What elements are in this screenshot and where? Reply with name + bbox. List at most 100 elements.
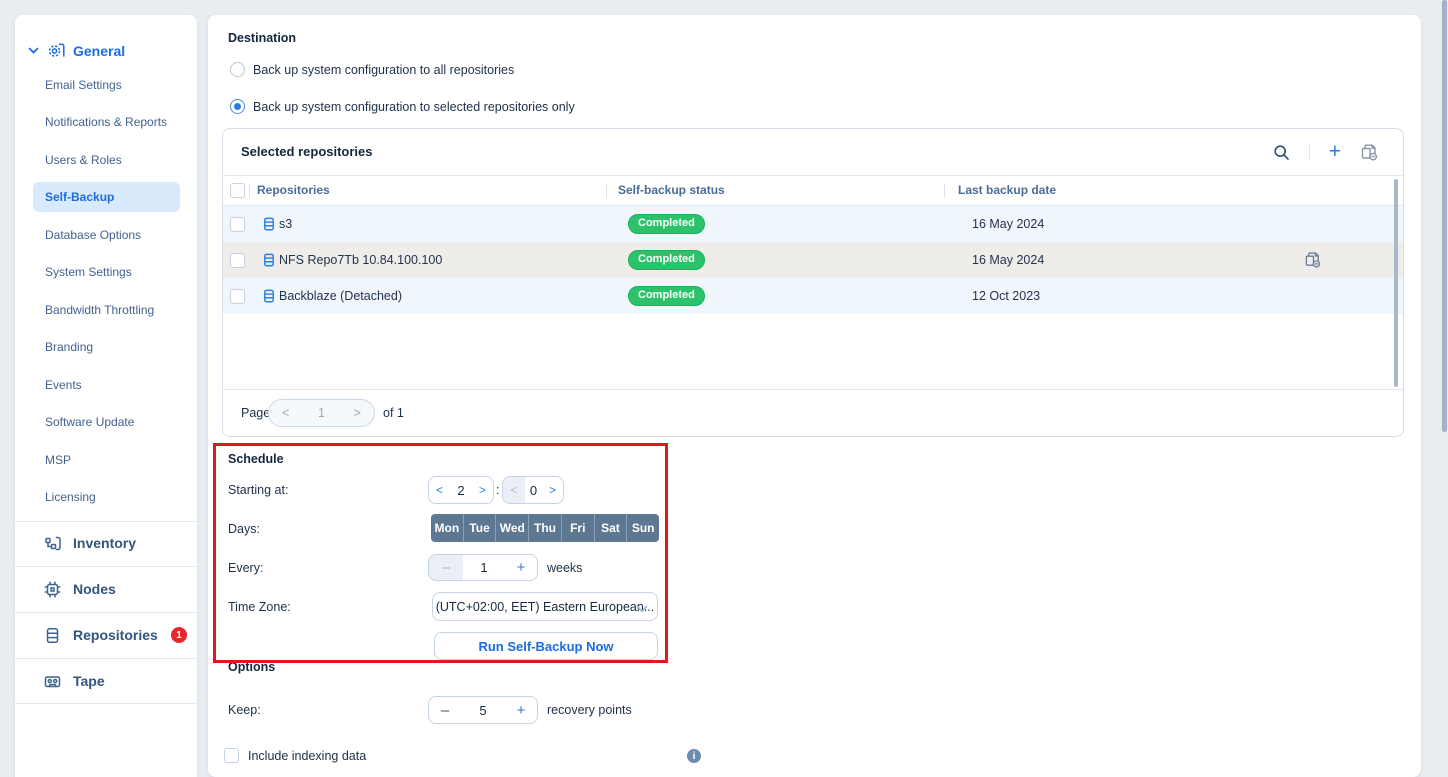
sidebar-item-msp[interactable]: MSP [15, 445, 197, 475]
hour-value[interactable]: 2 [450, 483, 472, 498]
include-indexing-checkbox[interactable]: Include indexing data [224, 748, 366, 763]
column-header-last-backup-date[interactable]: Last backup date [958, 176, 1056, 205]
sidebar-item-licensing[interactable]: Licensing [15, 482, 197, 512]
row-checkbox[interactable] [230, 217, 245, 232]
checkbox-icon[interactable] [224, 748, 239, 763]
day-button-sun[interactable]: Sun [626, 514, 659, 542]
repository-name: NFS Repo7Tb 10.84.100.100 [279, 242, 442, 278]
day-button-sat[interactable]: Sat [594, 514, 627, 542]
table-row[interactable]: s3 Completed 16 May 2024 [223, 206, 1403, 242]
status-badge: Completed [628, 250, 705, 270]
every-decrement-disabled[interactable]: – [429, 555, 463, 580]
sidebar-item-branding[interactable]: Branding [15, 332, 197, 362]
day-button-wed[interactable]: Wed [495, 514, 528, 542]
every-unit-label: weeks [547, 561, 582, 575]
chevron-down-icon [27, 44, 40, 57]
sidebar-section-nodes[interactable]: Nodes [43, 574, 116, 604]
database-icon [261, 206, 277, 242]
info-icon[interactable]: i [687, 749, 701, 763]
sidebar-item-database-options[interactable]: Database Options [15, 220, 197, 250]
minute-value[interactable]: 0 [525, 483, 542, 498]
page-number[interactable]: 1 [318, 406, 325, 420]
options-title: Options [228, 660, 275, 674]
divider [15, 658, 197, 659]
status-badge: Completed [628, 286, 705, 306]
sidebar-item-events[interactable]: Events [15, 370, 197, 400]
hour-decrement[interactable]: < [429, 483, 450, 497]
detach-repository-icon[interactable] [1360, 143, 1379, 162]
every-stepper: – 1 + [428, 554, 538, 581]
destination-title: Destination [228, 31, 296, 45]
radio-all-repositories[interactable]: Back up system configuration to all repo… [230, 62, 514, 77]
hour-increment[interactable]: > [472, 483, 493, 497]
run-self-backup-now-button[interactable]: Run Self-Backup Now [434, 632, 658, 660]
select-all-checkbox[interactable] [230, 183, 245, 198]
page-prev-icon[interactable]: < [282, 406, 289, 420]
page-control: < 1 > [268, 399, 375, 427]
database-icon [261, 278, 277, 314]
radio-selected-repositories[interactable]: Back up system configuration to selected… [230, 99, 575, 114]
day-button-mon[interactable]: Mon [431, 514, 463, 542]
detach-repository-icon[interactable] [1304, 242, 1322, 278]
time-separator: : [496, 482, 500, 497]
minute-decrement-disabled[interactable]: < [503, 477, 525, 503]
radio-icon[interactable] [230, 62, 245, 77]
table-row[interactable]: Backblaze (Detached) Completed 12 Oct 20… [223, 278, 1403, 314]
sidebar-section-label: Inventory [73, 535, 136, 551]
sidebar-item-system-settings[interactable]: System Settings [15, 257, 197, 287]
table-row-hovered[interactable]: NFS Repo7Tb 10.84.100.100 Completed 16 M… [223, 242, 1403, 278]
pagination-bar: Page < 1 > of 1 [223, 389, 1403, 436]
every-increment[interactable]: + [505, 559, 537, 576]
sidebar-item-bandwidth-throttling[interactable]: Bandwidth Throttling [15, 295, 197, 325]
sidebar-section-repositories[interactable]: Repositories [43, 620, 158, 650]
radio-label: Back up system configuration to selected… [253, 100, 575, 114]
sidebar-section-label: General [73, 43, 125, 59]
column-header-self-backup-status[interactable]: Self-backup status [618, 176, 725, 205]
selected-repositories-table: Selected repositories + [222, 128, 1404, 437]
every-value[interactable]: 1 [463, 560, 505, 575]
window-scrollbar[interactable] [1442, 0, 1447, 432]
table-scrollbar[interactable] [1394, 179, 1398, 387]
hour-spinner: < 2 > [428, 476, 494, 504]
keep-stepper: – 5 + [428, 696, 538, 724]
sidebar-section-general[interactable]: General [27, 41, 125, 60]
database-icon [261, 242, 277, 278]
keep-value[interactable]: 5 [461, 703, 505, 718]
page-label: Page [241, 406, 270, 420]
minute-increment[interactable]: > [542, 483, 563, 497]
add-repository-icon[interactable]: + [1329, 140, 1341, 164]
timezone-dropdown[interactable]: (UTC+02:00, EET) Eastern European... [432, 592, 658, 621]
sidebar-item-notifications-reports[interactable]: Notifications & Reports [15, 107, 197, 137]
day-button-thu[interactable]: Thu [528, 514, 561, 542]
sidebar-section-inventory[interactable]: Inventory [43, 528, 136, 558]
starting-at-label: Starting at: [228, 483, 288, 497]
row-checkbox[interactable] [230, 289, 245, 304]
sidebar-item-users-roles[interactable]: Users & Roles [15, 145, 197, 175]
keep-increment[interactable]: + [505, 702, 537, 719]
database-icon [43, 626, 62, 645]
sidebar-item-software-update[interactable]: Software Update [15, 407, 197, 437]
keep-decrement[interactable]: – [429, 702, 461, 719]
timezone-value: (UTC+02:00, EET) Eastern European... [436, 600, 655, 614]
divider [15, 612, 197, 613]
schedule-title: Schedule [228, 452, 284, 466]
table-header-row: Repositories Self-backup status Last bac… [223, 175, 1403, 206]
day-button-tue[interactable]: Tue [463, 514, 496, 542]
page-next-icon[interactable]: > [354, 406, 361, 420]
radio-icon-selected[interactable] [230, 99, 245, 114]
column-header-repositories[interactable]: Repositories [257, 176, 330, 205]
sidebar-section-tape[interactable]: Tape [43, 666, 105, 696]
last-backup-date: 16 May 2024 [972, 206, 1044, 242]
day-button-fri[interactable]: Fri [561, 514, 594, 542]
self-backup-settings-screen: General Email Settings Notifications & R… [0, 0, 1448, 777]
row-checkbox[interactable] [230, 253, 245, 268]
divider [1309, 143, 1310, 161]
minute-spinner: < 0 > [502, 476, 564, 504]
search-icon[interactable] [1273, 144, 1290, 161]
sidebar-section-label: Repositories [73, 627, 158, 643]
cpu-icon [43, 580, 62, 599]
sidebar-item-self-backup[interactable]: Self-Backup [15, 182, 197, 212]
main-panel: Destination Back up system configuration… [208, 15, 1421, 777]
sidebar-item-email-settings[interactable]: Email Settings [15, 70, 197, 100]
keep-label: Keep: [228, 703, 261, 717]
